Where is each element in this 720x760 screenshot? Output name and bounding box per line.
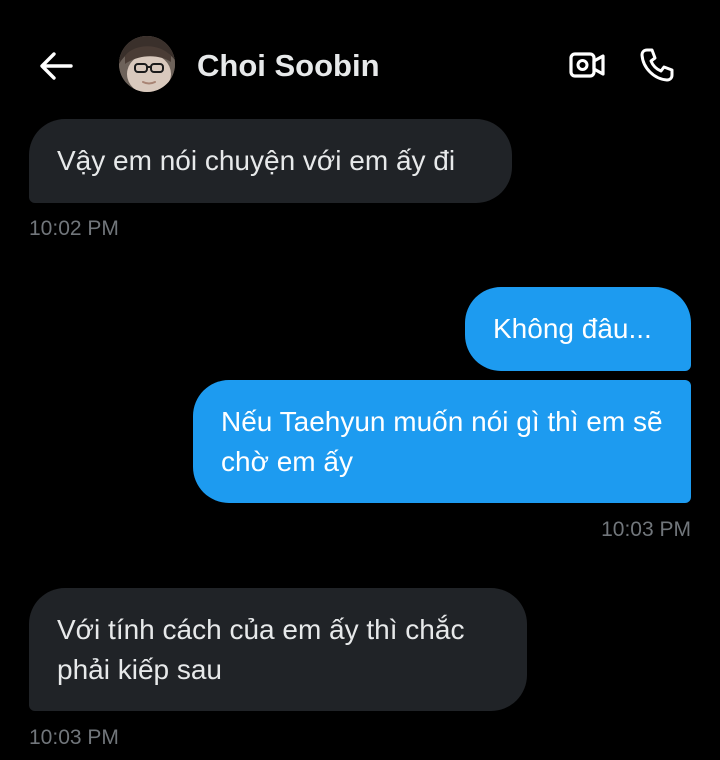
- message-timestamp: 10:03 PM: [601, 518, 691, 541]
- message-timestamp: 10:03 PM: [29, 726, 119, 749]
- message-timestamp: 10:02 PM: [29, 217, 119, 240]
- message-bubble-sent[interactable]: Không đâu...: [465, 287, 691, 371]
- video-call-button[interactable]: [564, 42, 610, 88]
- conversation-header: Choi Soobin: [0, 0, 720, 120]
- contact-name[interactable]: Choi Soobin: [197, 46, 380, 86]
- message-bubble-received[interactable]: Vậy em nói chuyện với em ấy đi: [29, 119, 512, 203]
- phone-icon: [640, 48, 674, 82]
- message-text: Với tính cách của em ấy thì chắc phải ki…: [57, 613, 465, 685]
- voice-call-button[interactable]: [634, 42, 680, 88]
- message-bubble-sent[interactable]: Nếu Taehyun muốn nói gì thì em sẽ chờ em…: [193, 380, 691, 503]
- avatar-photo: [119, 36, 175, 92]
- message-text: Vậy em nói chuyện với em ấy đi: [57, 145, 456, 176]
- back-button[interactable]: [34, 44, 78, 88]
- message-text: Nếu Taehyun muốn nói gì thì em sẽ chờ em…: [221, 405, 663, 477]
- avatar[interactable]: [119, 36, 175, 92]
- arrow-left-icon: [40, 52, 73, 80]
- message-text: Không đâu...: [493, 313, 652, 344]
- message-bubble-received[interactable]: Với tính cách của em ấy thì chắc phải ki…: [29, 588, 527, 711]
- video-camera-icon: [569, 52, 605, 78]
